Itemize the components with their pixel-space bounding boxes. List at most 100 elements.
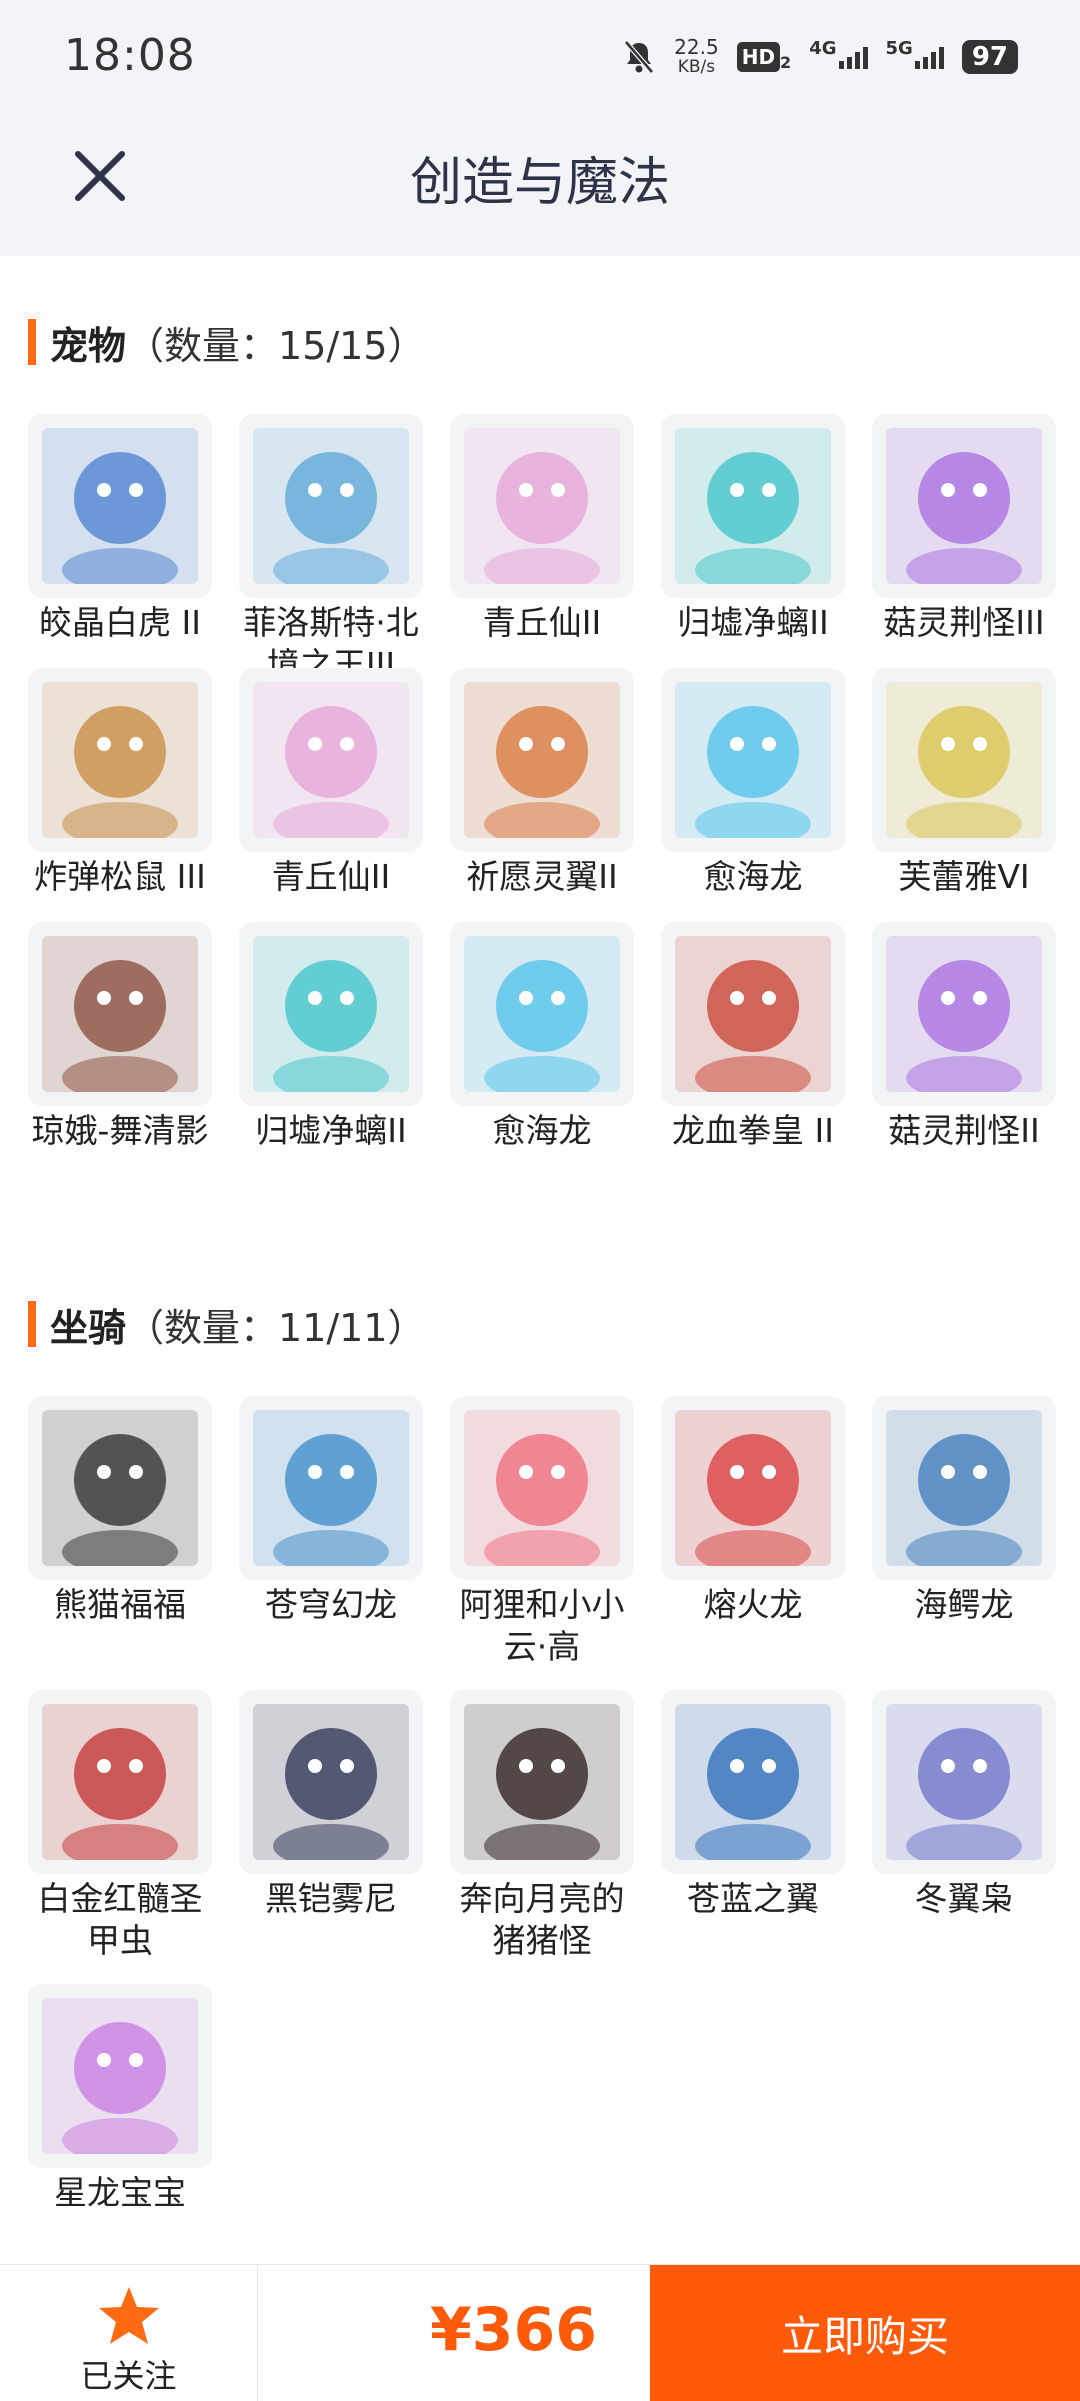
dancer-icon [42,936,198,1092]
item-thumbnail [872,414,1056,598]
pet-item[interactable]: 菲洛斯特·北境之王III [239,414,423,686]
follow-button[interactable]: 已关注 [0,2265,258,2401]
item-thumbnail [872,922,1056,1106]
item-label: 阿狸和小小云·高 [459,1585,625,1666]
battery-level: 97 [961,40,1018,74]
item-label: 皎晶白虎 II [39,603,201,642]
item-thumbnail [661,1396,845,1580]
mount-item[interactable]: 苍蓝之翼 [661,1690,845,1920]
item-thumbnail [28,414,212,598]
item-label: 归墟净螭II [255,1111,407,1150]
item-thumbnail [661,1690,845,1874]
pet-item[interactable]: 琼娥-舞清影 [28,922,212,1152]
network-5g: 5G [885,38,913,59]
section-title: 宠物 [50,323,127,368]
mount-item[interactable]: 星龙宝宝 [28,1984,212,2214]
water-dragon-icon [675,428,831,584]
item-label: 菇灵荆怪III [883,603,1045,642]
mount-item[interactable]: 阿狸和小小云·高 [450,1396,634,1668]
item-thumbnail [661,414,845,598]
pet-item[interactable]: 青丘仙II [450,414,634,644]
pet-item[interactable]: 菇灵荆怪II [872,922,1056,1152]
item-thumbnail [28,668,212,852]
star-dragon-baby-icon [42,1998,198,2154]
buy-now-button[interactable]: 立即购买 [650,2265,1080,2401]
title-bar: 创造与魔法 [0,118,1080,256]
item-label: 熔火龙 [703,1585,803,1624]
mount-item[interactable]: 黑铠雾尼 [239,1690,423,1920]
white-tiger-icon [42,428,198,584]
network-4g: 4G [809,38,837,59]
pet-item[interactable]: 青丘仙II [239,668,423,898]
dragon-fist-icon [675,936,831,1092]
pet-item[interactable]: 炸弹松鼠 III [28,668,212,898]
item-thumbnail [239,668,423,852]
pet-item[interactable]: 皎晶白虎 II [28,414,212,644]
item-label: 星龙宝宝 [54,2173,186,2212]
section-accent-bar [28,319,36,365]
mushroom-elf-icon [886,936,1042,1092]
status-time: 18:08 [64,30,196,81]
item-label: 归墟净螭II [677,603,829,642]
item-label: 冬翼枭 [914,1879,1014,1918]
item-thumbnail [239,1396,423,1580]
price: ¥366 [430,2295,597,2365]
item-thumbnail [239,414,423,598]
item-thumbnail [872,1690,1056,1874]
mount-item[interactable]: 冬翼枭 [872,1690,1056,1920]
pet-item[interactable]: 归墟净螭II [239,922,423,1152]
status-icons: 22.5 KB/s HD 2 4G 5G 97 [622,32,1018,82]
mushroom-elf-icon [886,428,1042,584]
mount-item[interactable]: 海鳄龙 [872,1396,1056,1626]
fox-fairy-icon [253,682,409,838]
speed-value: 22.5 [674,35,719,59]
pet-item[interactable]: 龙血拳皇 II [661,922,845,1152]
mount-item[interactable]: 白金红髓圣甲虫 [28,1690,212,1962]
mount-item[interactable]: 奔向月亮的猪猪怪 [450,1690,634,1962]
item-thumbnail [239,922,423,1106]
item-label: 青丘仙II [271,857,391,896]
mute-bell-icon [624,40,655,74]
sky-dragon-icon [253,1410,409,1566]
section-title: 坐骑 [50,1305,127,1350]
panda-icon [42,1410,198,1566]
pet-item[interactable]: 愈海龙 [661,668,845,898]
mount-item[interactable]: 熊猫福福 [28,1396,212,1626]
item-thumbnail [28,1396,212,1580]
pet-item[interactable]: 愈海龙 [450,922,634,1152]
mount-item[interactable]: 熔火龙 [661,1396,845,1626]
pig-icon [464,1704,620,1860]
fox-fairy-icon [464,428,620,584]
water-dragon-icon [253,936,409,1092]
mount-item[interactable]: 苍穹幻龙 [239,1396,423,1626]
section-count: （数量：15/15） [126,323,426,368]
item-thumbnail [872,1396,1056,1580]
sea-croc-dragon-icon [886,1410,1042,1566]
item-thumbnail [239,1690,423,1874]
pet-item[interactable]: 祈愿灵翼II [450,668,634,898]
item-label: 青丘仙II [482,603,602,642]
item-thumbnail [661,922,845,1106]
item-label: 奔向月亮的猪猪怪 [459,1879,625,1960]
signal-bars-icon [914,45,944,69]
item-thumbnail [28,1984,212,2168]
section-accent-bar [28,1301,36,1347]
item-label: 芙蕾雅VI [898,857,1030,896]
pet-item[interactable]: 菇灵荆怪III [872,414,1056,644]
pet-item[interactable]: 芙蕾雅VI [872,668,1056,898]
hd-badge: HD [736,42,781,72]
item-thumbnail [661,668,845,852]
owl-icon [886,1704,1042,1860]
ali-cloud-icon [464,1410,620,1566]
mounts-section-header: 坐骑 （数量：11/11） [28,1300,426,1350]
wish-bird-icon [464,682,620,838]
ice-king-icon [253,428,409,584]
pets-section-header: 宠物 （数量：15/15） [28,318,426,368]
star-icon [99,2287,159,2344]
sea-dragon-icon [675,682,831,838]
lava-dragon-icon [675,1410,831,1566]
pet-item[interactable]: 归墟净螭II [661,414,845,644]
follow-label: 已关注 [80,2357,177,2395]
sea-dragon-icon [464,936,620,1092]
item-thumbnail [450,414,634,598]
